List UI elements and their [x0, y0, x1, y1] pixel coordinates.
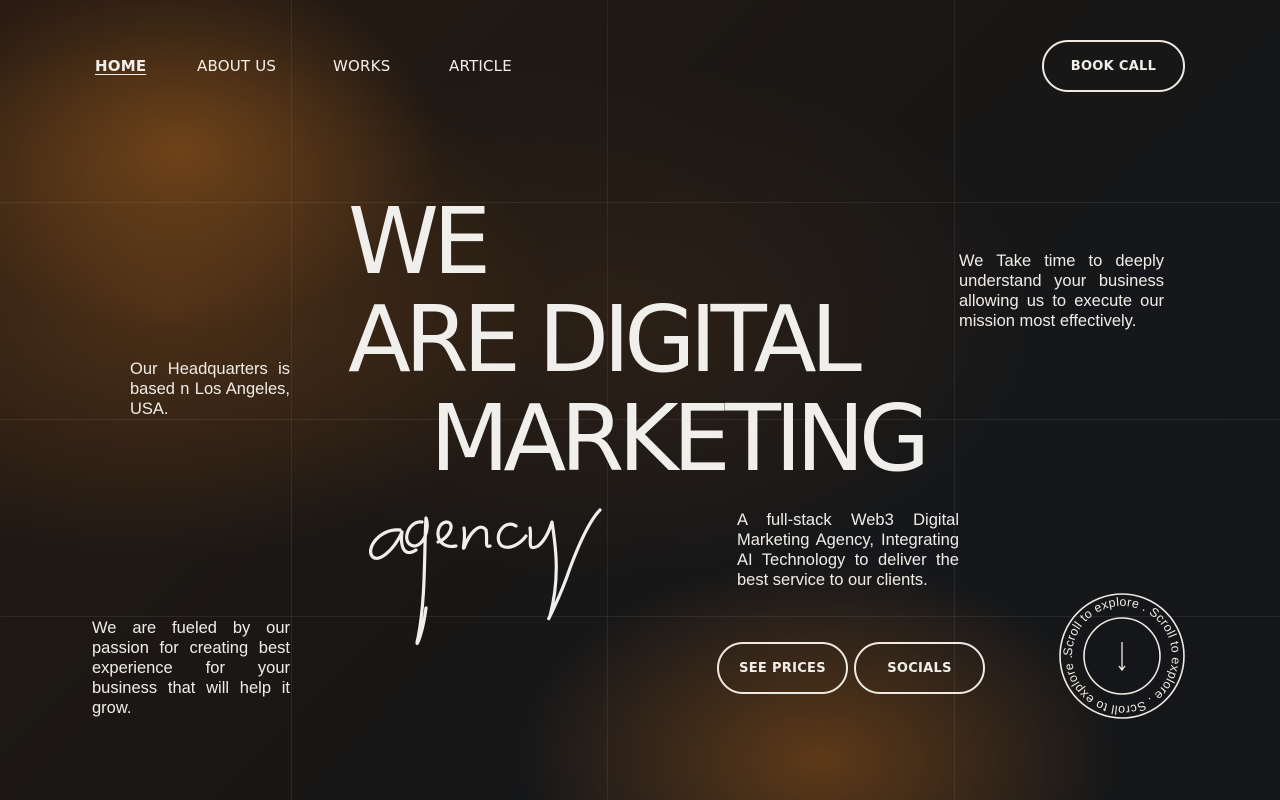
book-call-button[interactable]: BOOK CALL	[1042, 40, 1185, 92]
headquarters-text: Our Headquarters is based n Los Angeles,…	[130, 360, 290, 418]
hero-script-agency	[369, 508, 602, 646]
nav-about-us[interactable]: ABOUT US	[197, 57, 276, 75]
nav-article[interactable]: ARTICLE	[449, 57, 512, 75]
full-stack-text: A full-stack Web3 Digital Marketing Agen…	[737, 511, 959, 589]
arrow-down-icon	[1118, 642, 1126, 672]
nav-works[interactable]: WORKS	[333, 57, 390, 75]
see-prices-button[interactable]: SEE PRICES	[717, 642, 848, 694]
hero-line-are-digital: ARE DIGITAL	[348, 286, 862, 393]
grid-line-h1	[0, 202, 1280, 203]
hero-line-marketing: MARKETING	[430, 385, 930, 492]
understand-text: We Take time to deeply understand your b…	[959, 252, 1164, 330]
hero-line-we: WE	[348, 188, 491, 295]
nav-home[interactable]: HOME	[95, 57, 146, 75]
socials-button[interactable]: SOCIALS	[854, 642, 985, 694]
scroll-to-explore-badge[interactable]: Scroll to explore . Scroll to explore . …	[1058, 592, 1186, 720]
grid-line-v1	[291, 0, 292, 800]
passion-text: We are fueled by our passion for creatin…	[92, 619, 290, 717]
